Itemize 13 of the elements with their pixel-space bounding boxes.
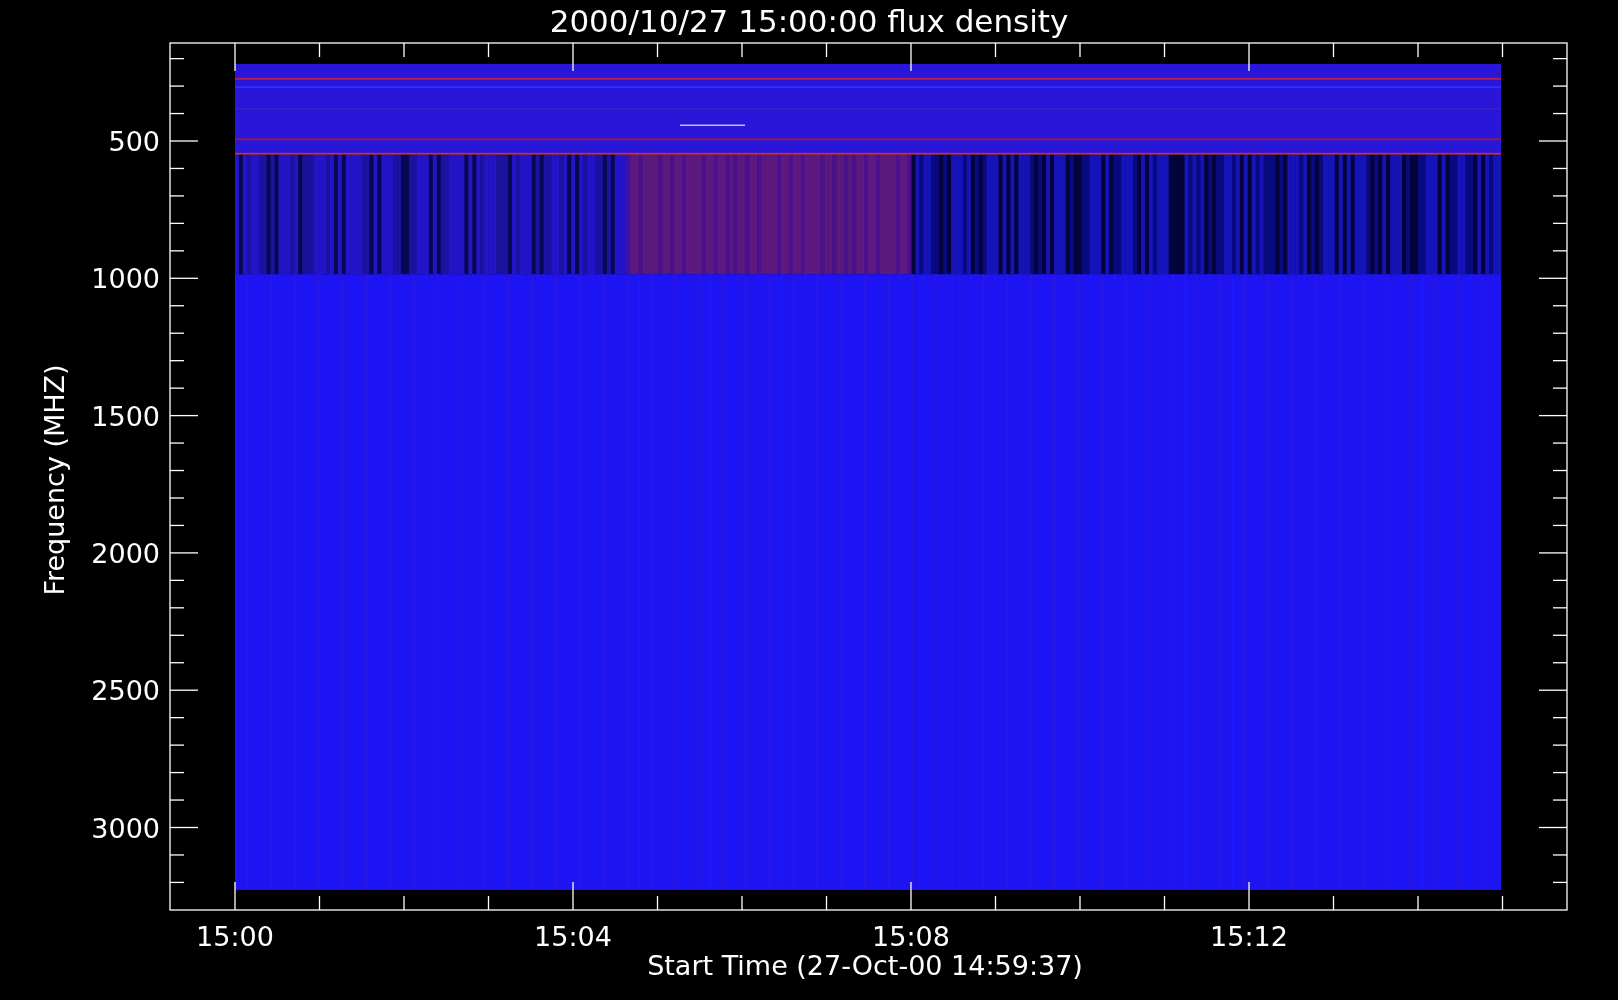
y-tick-label: 500 — [108, 126, 160, 157]
x-tick-label: 15:00 — [196, 921, 274, 952]
y-tick-label: 2500 — [91, 675, 160, 707]
y-axis-label: Frequency (MHZ) — [39, 364, 70, 596]
x-axis-label: Start Time (27-Oct-00 14:59:37) — [647, 950, 1083, 981]
y-tick-label: 1500 — [91, 400, 160, 432]
x-tick-label: 15:12 — [1210, 921, 1288, 952]
y-tick-label: 3000 — [91, 812, 160, 844]
x-tick-label: 15:08 — [872, 921, 950, 952]
y-tick-label: 2000 — [91, 537, 160, 569]
x-tick-label: 15:04 — [534, 921, 612, 952]
plot-title: 2000/10/27 15:00:00 flux density — [549, 3, 1069, 39]
y-tick-label: 1000 — [91, 263, 160, 295]
